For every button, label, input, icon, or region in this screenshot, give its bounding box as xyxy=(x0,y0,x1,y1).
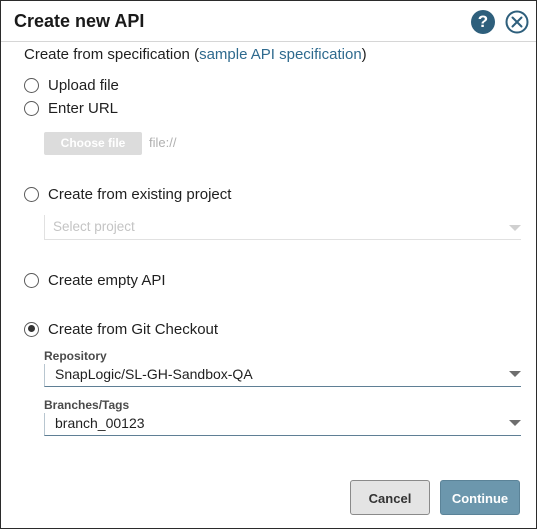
create-api-dialog: Create new API ? Create from specificati… xyxy=(0,0,537,529)
help-icon[interactable]: ? xyxy=(471,10,495,34)
spec-line: Create from specification (sample API sp… xyxy=(24,46,367,63)
option-upload-file-label: Upload file xyxy=(48,76,119,94)
radio-existing-project[interactable] xyxy=(24,186,39,202)
option-git-checkout-label: Create from Git Checkout xyxy=(48,320,219,338)
project-select: Select project xyxy=(44,215,521,240)
radio-git-checkout[interactable] xyxy=(24,321,39,337)
option-enter-url[interactable]: Enter URL xyxy=(24,97,118,119)
header-divider xyxy=(1,41,536,42)
dialog-title: Create new API xyxy=(14,11,145,31)
continue-button[interactable]: Continue xyxy=(440,480,520,515)
branches-label: Branches/Tags xyxy=(44,398,130,412)
repository-label: Repository xyxy=(44,349,107,363)
spec-open-paren: ( xyxy=(189,46,200,63)
option-existing-project[interactable]: Create from existing project xyxy=(24,183,231,205)
radio-enter-url[interactable] xyxy=(24,100,39,116)
sample-spec-link[interactable]: sample API specification xyxy=(199,46,362,63)
spec-prefix: Create from specification xyxy=(24,46,190,63)
branches-value: branch_00123 xyxy=(55,415,145,431)
close-icon[interactable] xyxy=(505,10,529,34)
cancel-button[interactable]: Cancel xyxy=(350,480,430,515)
option-existing-project-label: Create from existing project xyxy=(48,185,232,203)
option-upload-file[interactable]: Upload file xyxy=(24,74,119,96)
option-git-checkout[interactable]: Create from Git Checkout xyxy=(24,318,218,340)
radio-empty-api[interactable] xyxy=(24,272,39,288)
project-select-placeholder: Select project xyxy=(53,219,135,234)
chevron-down-icon xyxy=(509,420,521,426)
spec-close-paren: ) xyxy=(361,46,367,63)
dialog-header: Create new API ? xyxy=(1,1,536,43)
choose-file-button: Choose file xyxy=(44,132,142,155)
file-url-placeholder: file:// xyxy=(149,135,177,150)
repository-value: SnapLogic/SL-GH-Sandbox-QA xyxy=(55,366,253,382)
chevron-down-icon xyxy=(509,371,521,377)
option-empty-api-label: Create empty API xyxy=(48,271,166,289)
branches-select[interactable]: branch_00123 xyxy=(44,413,521,436)
option-enter-url-label: Enter URL xyxy=(48,99,119,117)
chevron-down-icon xyxy=(509,225,521,231)
option-empty-api[interactable]: Create empty API xyxy=(24,269,166,291)
repository-select[interactable]: SnapLogic/SL-GH-Sandbox-QA xyxy=(44,364,521,387)
radio-upload-file[interactable] xyxy=(24,77,39,93)
